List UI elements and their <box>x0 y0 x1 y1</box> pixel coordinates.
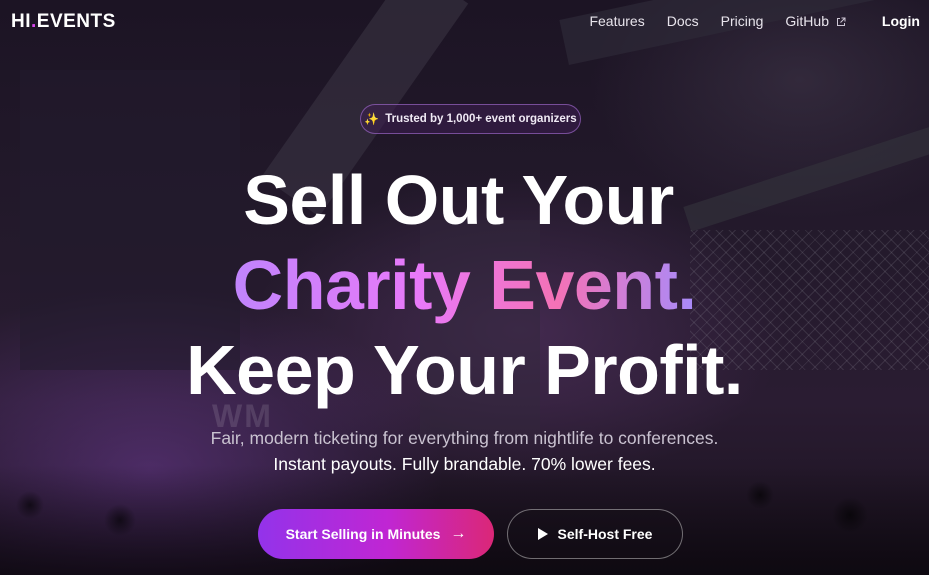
self-host-button[interactable]: Self-Host Free <box>507 509 683 559</box>
nav-features-link[interactable]: Features <box>589 13 644 29</box>
play-icon <box>537 528 548 540</box>
arrow-right-icon: → <box>450 525 467 542</box>
hi-events-logo[interactable]: HI. EVENTS <box>11 11 116 33</box>
nav-pricing-link[interactable]: Pricing <box>721 13 764 29</box>
external-link-icon <box>836 17 846 26</box>
logo-prefix: HI <box>11 11 31 32</box>
headline-line-2: Charity Event. <box>0 245 929 325</box>
top-navigation: HI. EVENTS Features Docs Pricing GitHub L… <box>0 0 929 44</box>
nav-links: Features Docs Pricing GitHub Login <box>589 13 920 29</box>
hero-subtitle-highlights: Instant payouts. Fully brandable. 70% lo… <box>273 454 656 474</box>
nav-docs-link[interactable]: Docs <box>667 13 699 29</box>
self-host-label: Self-Host Free <box>557 526 653 542</box>
start-selling-button[interactable]: Start Selling in Minutes → <box>258 509 494 559</box>
sparkle-icon: ✨ <box>364 112 380 126</box>
trust-badge-text: Trusted by 1,000+ event organizers <box>385 113 577 125</box>
headline-line-3: Keep Your Profit. <box>186 331 743 409</box>
hero-subtitle: Fair, modern ticketing for everything fr… <box>210 428 719 448</box>
nav-github-link[interactable]: GitHub <box>785 13 846 29</box>
logo-suffix: EVENTS <box>36 11 116 32</box>
headline-line-1: Sell Out Your <box>243 161 674 239</box>
nav-github-label: GitHub <box>785 13 829 29</box>
trust-badge: ✨ Trusted by 1,000+ event organizers <box>360 104 581 134</box>
start-selling-label: Start Selling in Minutes <box>285 526 441 542</box>
login-link[interactable]: Login <box>882 13 920 29</box>
headline-highlight: Charity Event. <box>232 246 697 324</box>
